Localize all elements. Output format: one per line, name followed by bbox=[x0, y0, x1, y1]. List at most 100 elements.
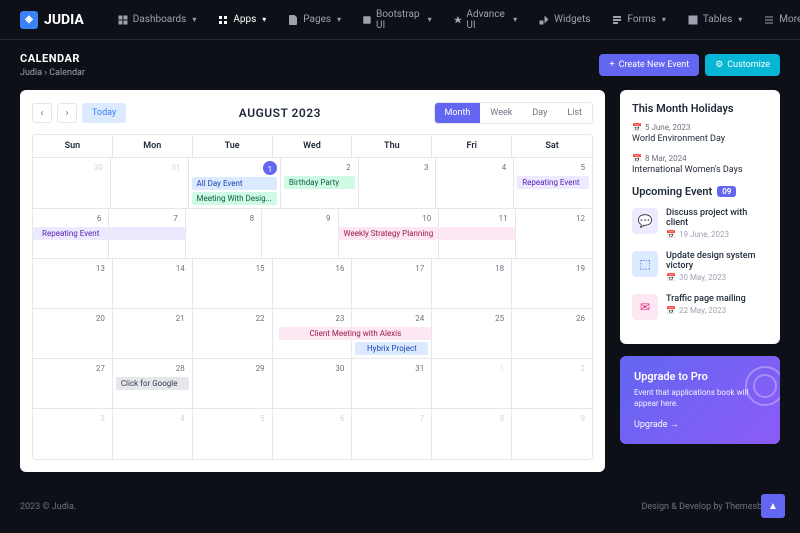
event[interactable]: Client Meeting with Alexis bbox=[279, 327, 431, 340]
day-header: Sat bbox=[512, 135, 592, 158]
calendar-cell[interactable]: 13 bbox=[33, 259, 113, 309]
event[interactable]: Repeating Event bbox=[517, 176, 589, 189]
calendar-cell[interactable]: 5 bbox=[193, 409, 273, 459]
crumb-current: Calendar bbox=[49, 68, 85, 78]
event[interactable]: Meeting With Desig... bbox=[192, 192, 277, 205]
holiday-item: 📅5 June, 2023 World Environment Day bbox=[632, 123, 768, 144]
nav-bootstrap[interactable]: Bootstrap UI▾ bbox=[354, 4, 440, 36]
calendar-cell[interactable]: 15 bbox=[193, 259, 273, 309]
nav-pages[interactable]: Pages▾ bbox=[279, 4, 349, 36]
pages-icon bbox=[287, 14, 299, 26]
calendar-cell[interactable]: 4 bbox=[436, 158, 514, 209]
event[interactable]: Click for Google bbox=[116, 377, 189, 390]
event[interactable]: Repeating Event bbox=[33, 227, 108, 240]
scroll-top-button[interactable]: ▲ bbox=[761, 494, 785, 518]
prev-button[interactable]: ‹ bbox=[32, 103, 52, 123]
calendar-cell[interactable]: 31 bbox=[111, 158, 189, 209]
upcoming-item[interactable]: ✉ Traffic page mailing 📅22 May, 2023 bbox=[632, 294, 768, 320]
calendar-panel: ‹ › Today AUGUST 2023 Month Week Day Lis… bbox=[20, 90, 605, 472]
calendar-cell[interactable]: 16 bbox=[273, 259, 353, 309]
logo[interactable]: ◈ JUDIA bbox=[20, 11, 84, 29]
calendar-cell[interactable]: 9 bbox=[512, 409, 592, 459]
calendar-cell[interactable]: 1All Day EventMeeting With Desig... bbox=[189, 158, 281, 209]
create-event-button[interactable]: + Create New Event bbox=[599, 54, 699, 76]
calendar-cell[interactable]: 1 bbox=[432, 359, 512, 409]
event[interactable]: Weekly Strategy Planning bbox=[339, 227, 439, 240]
calendar-cell[interactable]: 14 bbox=[113, 259, 193, 309]
calendar-cell[interactable]: 8 bbox=[432, 409, 512, 459]
view-list[interactable]: List bbox=[557, 103, 592, 123]
bootstrap-icon bbox=[362, 14, 372, 26]
calendar-icon: 📅 bbox=[666, 273, 676, 282]
customize-button[interactable]: ⚙ Customize bbox=[705, 54, 780, 76]
calendar-cell[interactable]: 29 bbox=[193, 359, 273, 409]
forms-icon bbox=[611, 14, 623, 26]
calendar-cell[interactable]: 7 bbox=[352, 409, 432, 459]
calendar-cell[interactable]: 28Click for Google bbox=[113, 359, 193, 409]
upcoming-item[interactable]: ⬚ Update design system victory 📅30 May, … bbox=[632, 251, 768, 282]
calendar-cell[interactable]: 25 bbox=[432, 309, 512, 359]
nav-widgets[interactable]: Widgets bbox=[530, 4, 598, 36]
view-day[interactable]: Day bbox=[522, 103, 557, 123]
event[interactable]: Hybrix Project bbox=[355, 342, 428, 355]
calendar-cell[interactable]: 10Weekly Strategy Planning bbox=[339, 209, 440, 259]
calendar-cell[interactable]: 2 bbox=[512, 359, 592, 409]
upgrade-card: Upgrade to Pro Event that applications b… bbox=[620, 356, 780, 444]
calendar-cell[interactable]: 22 bbox=[193, 309, 273, 359]
upcoming-title: Upcoming Event 09 bbox=[632, 185, 768, 198]
calendar-cell[interactable]: 12 bbox=[516, 209, 592, 259]
calendar-cell[interactable]: 17 bbox=[352, 259, 432, 309]
event[interactable] bbox=[439, 227, 514, 240]
calendar-cell[interactable]: 8 bbox=[186, 209, 262, 259]
calendar-cell[interactable]: 7 bbox=[109, 209, 185, 259]
upgrade-button[interactable]: Upgrade → bbox=[634, 419, 679, 430]
nav-tables[interactable]: Tables▾ bbox=[679, 4, 750, 36]
calendar-cell[interactable]: 20 bbox=[33, 309, 113, 359]
crumb-home[interactable]: Judia bbox=[20, 68, 42, 78]
calendar-cell[interactable]: 27 bbox=[33, 359, 113, 409]
nav-dashboards[interactable]: Dashboards▾ bbox=[109, 4, 205, 36]
calendar-cell[interactable]: 18 bbox=[432, 259, 512, 309]
event[interactable]: All Day Event bbox=[192, 177, 277, 190]
holidays-title: This Month Holidays bbox=[632, 102, 768, 115]
main-nav: Dashboards▾ Apps▾ Pages▾ Bootstrap UI▾ A… bbox=[109, 4, 800, 36]
view-month[interactable]: Month bbox=[435, 103, 481, 123]
advance-icon bbox=[453, 14, 463, 26]
calendar-cell[interactable]: 5Repeating Event bbox=[514, 158, 592, 209]
apps-icon bbox=[217, 14, 229, 26]
calendar-cell[interactable]: 2Birthday Party bbox=[281, 158, 359, 209]
nav-more[interactable]: More▾ bbox=[755, 4, 800, 36]
day-header: Tue bbox=[193, 135, 273, 158]
next-button[interactable]: › bbox=[57, 103, 77, 123]
page-title: CALENDAR bbox=[20, 52, 85, 65]
calendar-cell[interactable]: 30 bbox=[273, 359, 353, 409]
view-week[interactable]: Week bbox=[480, 103, 522, 123]
calendar-cell[interactable]: 31 bbox=[352, 359, 432, 409]
topbar: ◈ JUDIA Dashboards▾ Apps▾ Pages▾ Bootstr… bbox=[0, 0, 800, 40]
calendar-cell[interactable]: 26 bbox=[512, 309, 592, 359]
logo-icon: ◈ bbox=[20, 11, 38, 29]
calendar-cell[interactable]: 19 bbox=[512, 259, 592, 309]
calendar-cell[interactable]: 30 bbox=[33, 158, 111, 209]
calendar-cell[interactable]: 21 bbox=[113, 309, 193, 359]
tables-icon bbox=[687, 14, 699, 26]
calendar-cell[interactable]: 9 bbox=[262, 209, 338, 259]
calendar-cell[interactable]: 24Client Meeting with AlexisHybrix Proje… bbox=[352, 309, 432, 359]
day-header: Mon bbox=[113, 135, 193, 158]
calendar-cell[interactable]: 3 bbox=[359, 158, 437, 209]
upcoming-item[interactable]: 💬 Discuss project with client 📅19 June, … bbox=[632, 208, 768, 239]
today-button[interactable]: Today bbox=[82, 103, 126, 123]
brand-name: JUDIA bbox=[44, 12, 84, 28]
calendar-cell[interactable]: 6Repeating Event bbox=[33, 209, 109, 259]
nav-forms[interactable]: Forms▾ bbox=[603, 4, 673, 36]
calendar-cell[interactable]: 3 bbox=[33, 409, 113, 459]
view-switcher: Month Week Day List bbox=[434, 102, 593, 124]
calendar-cell[interactable]: 4 bbox=[113, 409, 193, 459]
event[interactable]: Birthday Party bbox=[284, 176, 355, 189]
nav-advance[interactable]: Advance UI▾ bbox=[445, 4, 525, 36]
event[interactable] bbox=[109, 227, 184, 240]
calendar-cell[interactable]: 11 bbox=[439, 209, 515, 259]
calendar-cell[interactable]: 6 bbox=[273, 409, 353, 459]
holiday-item: 📅8 Mar, 2024 International Women's Days bbox=[632, 154, 768, 175]
nav-apps[interactable]: Apps▾ bbox=[209, 4, 274, 36]
